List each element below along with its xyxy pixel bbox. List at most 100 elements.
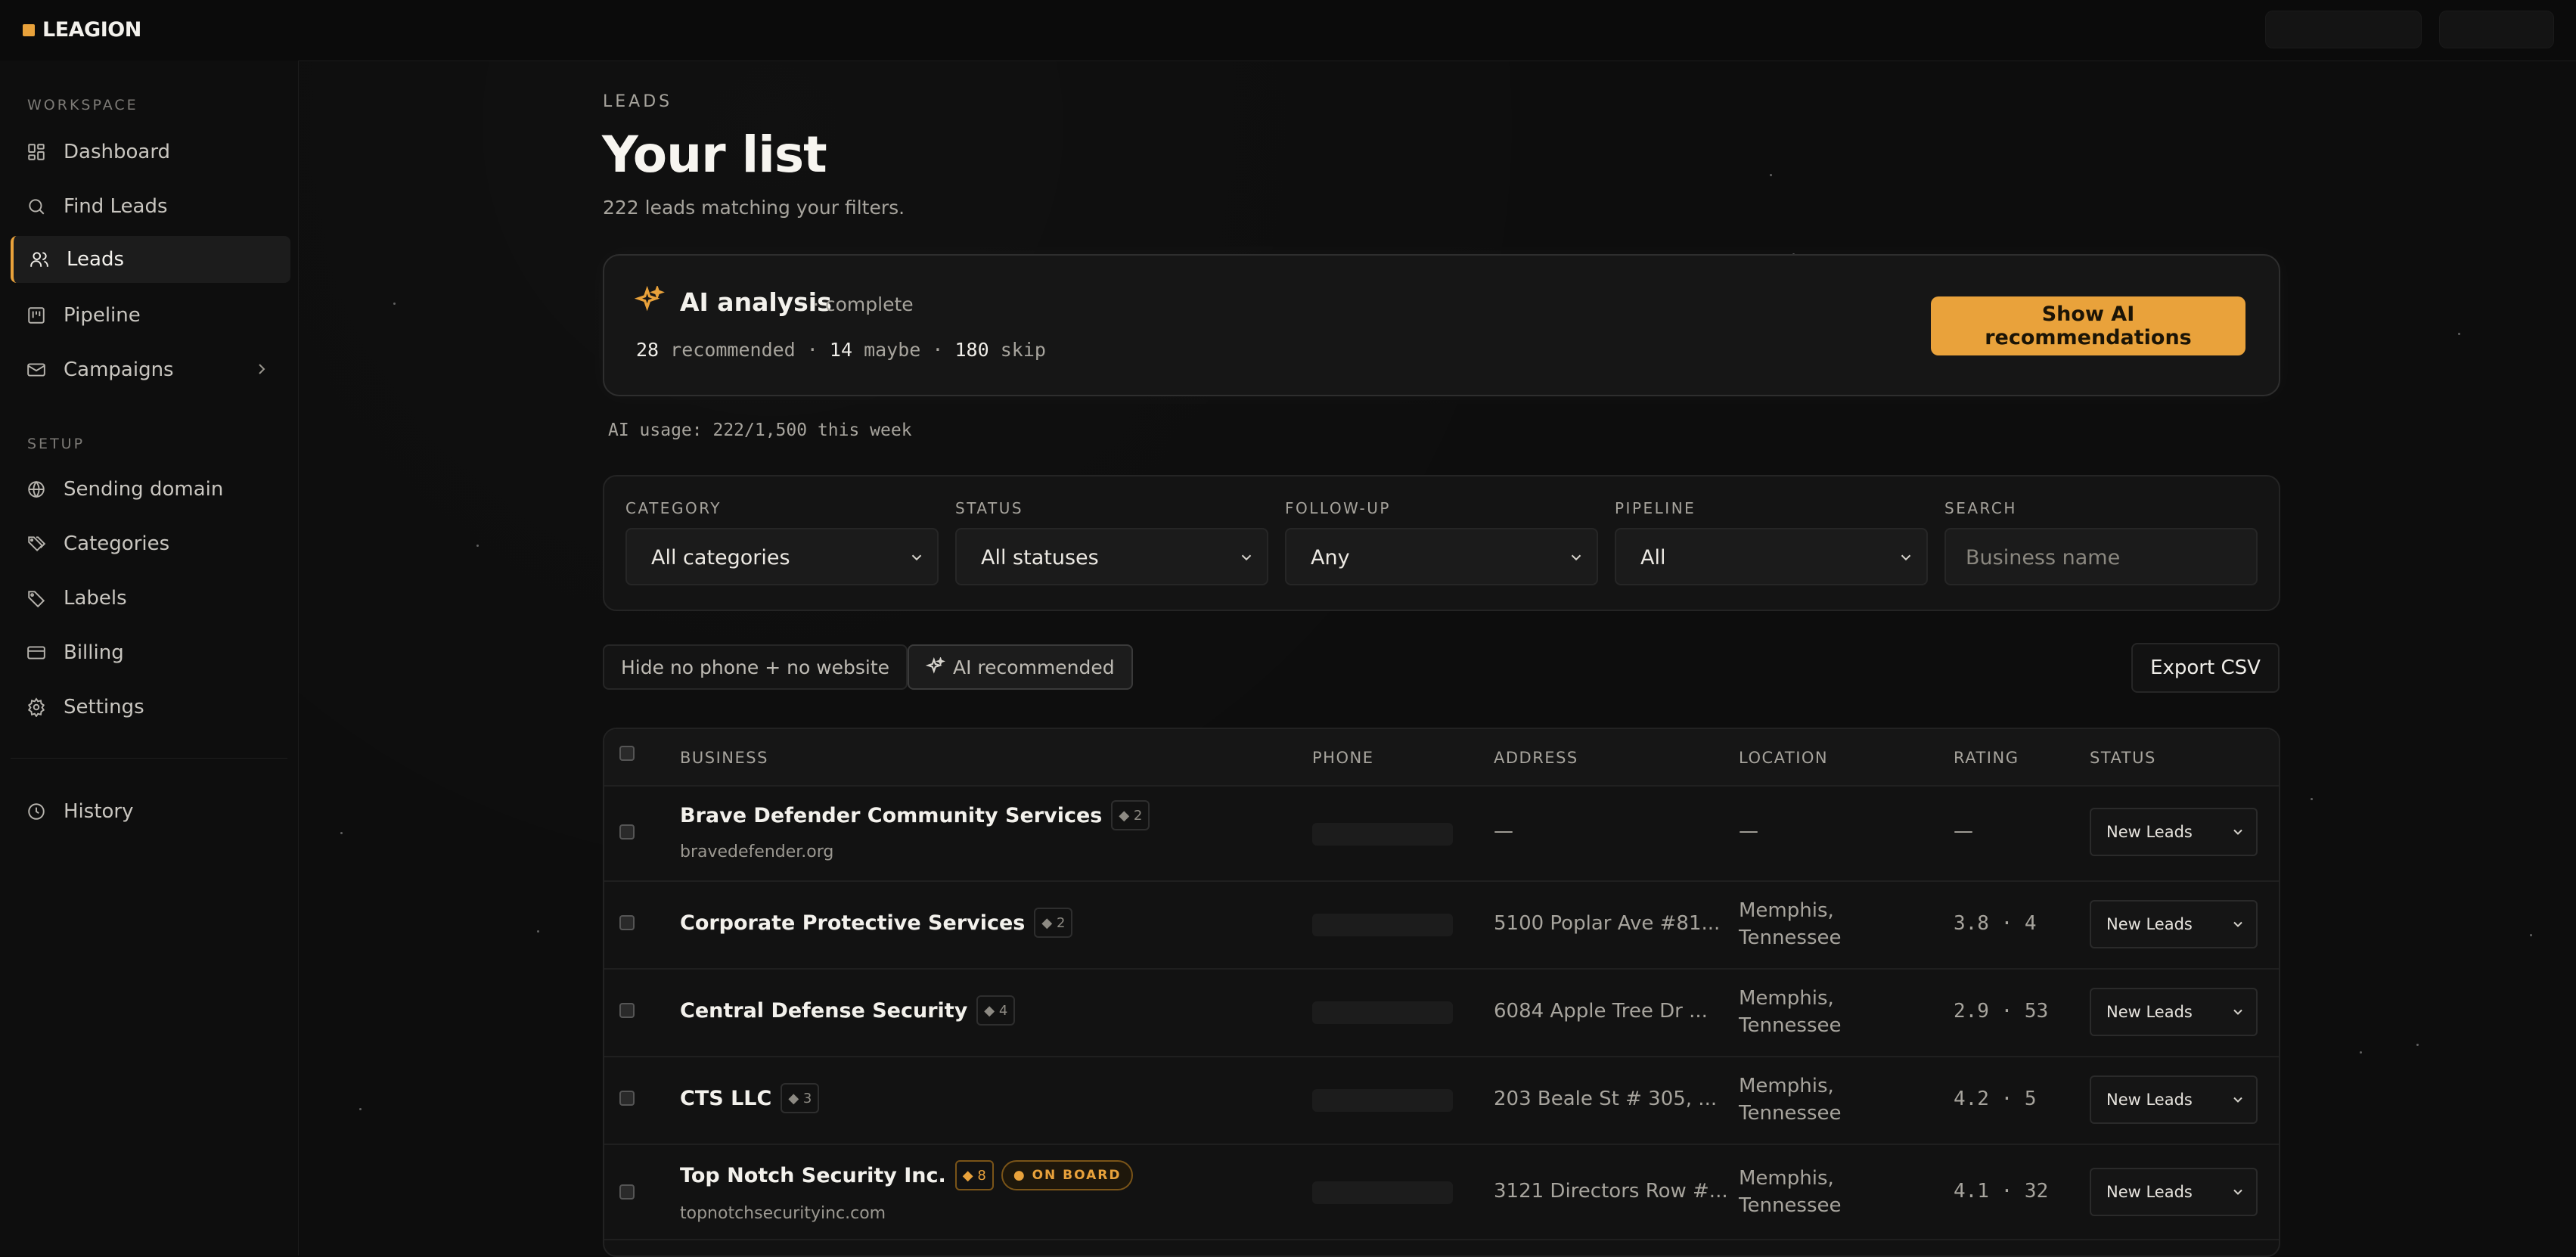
credit-card-icon bbox=[26, 642, 47, 663]
column-header-status[interactable]: STATUS bbox=[2090, 749, 2156, 767]
column-header-location[interactable]: LOCATION bbox=[1739, 749, 1828, 767]
lead-status-select[interactable]: New Leads bbox=[2090, 1075, 2258, 1124]
sidebar-item-categories[interactable]: Categories bbox=[11, 520, 287, 567]
search-filter: SEARCH Business name bbox=[1944, 499, 2258, 585]
user-menu[interactable] bbox=[2439, 11, 2554, 48]
phone-redacted bbox=[1312, 1089, 1453, 1112]
sidebar-item-leads[interactable]: Leads bbox=[11, 236, 290, 283]
sidebar-item-labels[interactable]: Labels bbox=[11, 575, 287, 622]
lead-status-select[interactable]: New Leads bbox=[2090, 808, 2258, 856]
skip-count: 180 bbox=[954, 339, 989, 361]
sparkles-icon bbox=[925, 656, 945, 677]
row-checkbox[interactable] bbox=[619, 915, 635, 930]
chevron-down-icon bbox=[2230, 1004, 2245, 1020]
lead-score-tag: ◆ 4 bbox=[976, 995, 1016, 1026]
table-row[interactable]: Central Defense Security ◆ 4 6084 Apple … bbox=[604, 968, 2279, 1057]
sidebar-item-billing[interactable]: Billing bbox=[11, 629, 287, 676]
table-row[interactable]: Top Notch Security Inc. ◆ 8 ● ON BOARD t… bbox=[604, 1144, 2279, 1240]
table-row[interactable]: CTS LLC ◆ 3 203 Beale St # 305, ... Memp… bbox=[604, 1056, 2279, 1145]
column-header-address[interactable]: ADDRESS bbox=[1494, 749, 1578, 767]
lead-status-value: New Leads bbox=[2106, 1003, 2193, 1021]
table-row[interactable]: Corporate Protective Services ◆ 2 5100 P… bbox=[604, 880, 2279, 970]
sidebar-item-history[interactable]: History bbox=[11, 788, 287, 835]
business-domain[interactable]: topnotchsecurityinc.com bbox=[680, 1204, 886, 1223]
business-name[interactable]: Brave Defender Community Services ◆ 2 bbox=[680, 800, 1150, 830]
chevron-down-icon bbox=[2230, 1092, 2245, 1107]
top-bar-control[interactable] bbox=[2265, 11, 2422, 48]
ai-analysis-status: · complete bbox=[813, 293, 914, 315]
business-name[interactable]: Top Notch Security Inc. ◆ 8 ● ON BOARD bbox=[680, 1160, 1134, 1190]
recommended-label: recommended bbox=[670, 339, 796, 361]
category-select-value: All categories bbox=[651, 546, 790, 570]
sidebar-item-find-leads[interactable]: Find Leads bbox=[11, 183, 287, 230]
sidebar-item-label: Categories bbox=[64, 532, 170, 555]
show-ai-recommendations-button[interactable]: Show AI recommendations bbox=[1931, 296, 2245, 355]
lead-score-tag: ◆ 3 bbox=[781, 1083, 820, 1113]
sidebar-item-label: Settings bbox=[64, 696, 144, 719]
category-select[interactable]: All categories bbox=[625, 528, 939, 585]
phone-redacted bbox=[1312, 914, 1453, 936]
followup-select-value: Any bbox=[1311, 546, 1350, 570]
row-checkbox[interactable] bbox=[619, 824, 635, 840]
category-filter: CATEGORY All categories bbox=[625, 499, 939, 585]
row-checkbox[interactable] bbox=[619, 1184, 635, 1200]
lead-status-select[interactable]: New Leads bbox=[2090, 1168, 2258, 1216]
page-eyebrow: LEADS bbox=[603, 92, 673, 111]
table-header: BUSINESS PHONE ADDRESS LOCATION RATING S… bbox=[604, 729, 2279, 787]
pipeline-filter: PIPELINE All bbox=[1615, 499, 1928, 585]
table-row[interactable]: Brave Defender Community Services ◆ 2 br… bbox=[604, 785, 2279, 882]
lead-status-select[interactable]: New Leads bbox=[2090, 900, 2258, 948]
business-name-search-input[interactable]: Business name bbox=[1944, 528, 2258, 585]
sidebar-item-settings[interactable]: Settings bbox=[11, 684, 287, 731]
ai-recommended-chip[interactable]: AI recommended bbox=[908, 644, 1133, 690]
row-checkbox[interactable] bbox=[619, 1003, 635, 1018]
select-all-checkbox[interactable] bbox=[619, 746, 635, 761]
sidebar: WORKSPACE Dashboard Find Leads Leads Pip… bbox=[0, 61, 299, 1255]
sidebar-item-label: Pipeline bbox=[64, 304, 141, 327]
phone-redacted bbox=[1312, 1181, 1453, 1204]
column-header-phone[interactable]: PHONE bbox=[1312, 749, 1373, 767]
export-csv-button[interactable]: Export CSV bbox=[2131, 643, 2280, 693]
filter-panel: CATEGORY All categories STATUS All statu… bbox=[603, 475, 2280, 611]
business-name-text: CTS LLC bbox=[680, 1086, 772, 1110]
hide-no-phone-chip-label: Hide no phone + no website bbox=[621, 656, 890, 678]
address-cell: 5100 Poplar Ave #81... bbox=[1494, 912, 1721, 935]
business-name-text: Brave Defender Community Services bbox=[680, 803, 1103, 827]
logo-mark-icon bbox=[23, 23, 35, 36]
chevron-right-icon[interactable] bbox=[253, 360, 271, 378]
tags-icon bbox=[26, 533, 47, 554]
sidebar-item-dashboard[interactable]: Dashboard bbox=[11, 129, 287, 175]
app-name: LEAGION bbox=[42, 18, 141, 42]
business-name[interactable]: CTS LLC ◆ 3 bbox=[680, 1083, 820, 1113]
sidebar-item-sending-domain[interactable]: Sending domain bbox=[11, 466, 287, 513]
chevron-down-icon bbox=[908, 549, 925, 566]
rating-cell: — bbox=[1954, 820, 1973, 843]
location-city: Memphis, bbox=[1739, 899, 1834, 922]
sidebar-item-label: Campaigns bbox=[64, 358, 174, 381]
address-cell: 3121 Directors Row #... bbox=[1494, 1180, 1728, 1203]
row-checkbox[interactable] bbox=[619, 1091, 635, 1106]
column-header-rating[interactable]: RATING bbox=[1954, 749, 2019, 767]
maybe-count: 14 bbox=[829, 339, 853, 361]
rating-cell: 3.8 · 4 bbox=[1954, 912, 2037, 935]
sidebar-item-pipeline[interactable]: Pipeline bbox=[11, 292, 287, 339]
sidebar-item-campaigns[interactable]: Campaigns bbox=[11, 346, 287, 393]
business-domain[interactable]: bravedefender.org bbox=[680, 843, 833, 861]
followup-select[interactable]: Any bbox=[1285, 528, 1598, 585]
grid-icon bbox=[26, 141, 47, 163]
search-icon bbox=[26, 196, 47, 217]
rating-cell: 4.1 · 32 bbox=[1954, 1180, 2049, 1203]
followup-filter-label: FOLLOW-UP bbox=[1285, 499, 1391, 517]
business-name[interactable]: Central Defense Security ◆ 4 bbox=[680, 995, 1016, 1026]
business-name[interactable]: Corporate Protective Services ◆ 2 bbox=[680, 908, 1073, 938]
column-header-business[interactable]: BUSINESS bbox=[680, 749, 768, 767]
kanban-icon bbox=[26, 305, 47, 326]
hide-no-phone-chip[interactable]: Hide no phone + no website bbox=[603, 644, 908, 690]
status-filter-label: STATUS bbox=[955, 499, 1024, 517]
logo[interactable]: LEAGION bbox=[23, 18, 141, 42]
lead-status-select[interactable]: New Leads bbox=[2090, 988, 2258, 1036]
status-select[interactable]: All statuses bbox=[955, 528, 1268, 585]
lead-score-tag: ◆ 2 bbox=[1034, 908, 1073, 938]
setup-section-label: SETUP bbox=[27, 436, 85, 452]
pipeline-select[interactable]: All bbox=[1615, 528, 1928, 585]
